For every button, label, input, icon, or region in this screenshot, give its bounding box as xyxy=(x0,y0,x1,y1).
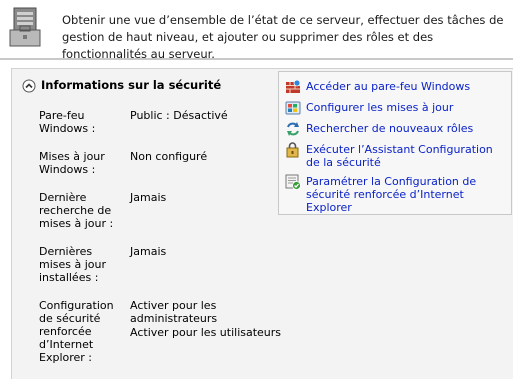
collapse-up-chevron-icon[interactable] xyxy=(22,79,36,93)
security-wizard-icon xyxy=(286,142,299,158)
property-value: Activer pour les administrateurs Activer… xyxy=(130,299,282,339)
firewall-icon xyxy=(286,79,301,93)
property-value: Jamais xyxy=(130,245,167,258)
property-label: Pare-feu Windows : xyxy=(39,109,96,135)
server-manager-icon xyxy=(9,7,41,47)
property-value: Jamais xyxy=(130,191,167,204)
property-value: Public : Désactivé xyxy=(130,109,228,122)
property-value-line: Activer pour les administrateurs xyxy=(130,299,218,325)
banner-description: Obtenir une vue d’ensemble de l’état de … xyxy=(62,13,504,61)
property-label: Dernière recherche de mises à jour : xyxy=(39,191,114,230)
header-banner: Obtenir une vue d’ensemble de l’état de … xyxy=(0,0,513,61)
property-label: Mises à jour Windows : xyxy=(39,150,105,176)
task-link[interactable]: Exécuter l’Assistant Configuration de la… xyxy=(306,143,496,169)
banner-divider xyxy=(0,58,513,60)
task-link[interactable]: Configurer les mises à jour xyxy=(306,101,496,114)
windows-update-icon xyxy=(285,101,301,115)
property-value-line: Activer pour les utilisateurs xyxy=(130,326,282,339)
property-label: Configuration de sécurité renforcée d’In… xyxy=(39,299,114,364)
tasks-pane: Accéder au pare-feu Windows Configurer l… xyxy=(278,71,512,215)
property-label: Dernières mises à jour installées : xyxy=(39,245,107,284)
section-title: Informations sur la sécurité xyxy=(41,78,222,92)
task-link[interactable]: Accéder au pare-feu Windows xyxy=(306,80,496,93)
security-info-panel: Informations sur la sécurité Pare-feu Wi… xyxy=(11,68,513,379)
ie-security-icon xyxy=(285,174,301,190)
property-value: Non configuré xyxy=(130,150,208,163)
refresh-arrows-icon xyxy=(287,122,299,136)
task-link[interactable]: Paramétrer la Configuration de sécurité … xyxy=(306,175,496,214)
task-link[interactable]: Rechercher de nouveaux rôles xyxy=(306,122,496,135)
